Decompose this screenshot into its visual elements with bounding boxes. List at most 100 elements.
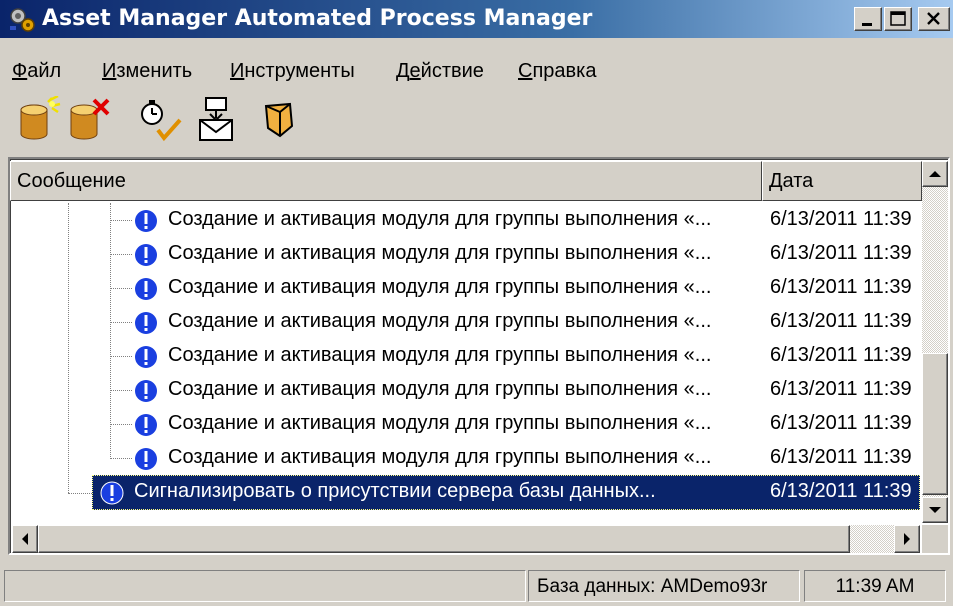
row-message: Создание и активация модуля для группы в… [168,208,712,230]
maximize-icon [890,11,906,26]
send-mail-icon[interactable] [192,96,240,144]
list-item[interactable]: Создание и активация модуля для группы в… [12,441,920,476]
info-icon [135,210,157,232]
menu-file-label: айл [27,60,62,82]
menu-file[interactable]: Файл [12,60,61,83]
scroll-thumb[interactable] [38,525,850,553]
minimize-icon [862,23,872,26]
scroll-up-button[interactable] [922,161,948,187]
list-item[interactable]: Создание и активация модуля для группы в… [12,373,920,408]
status-time: 11:39 AM [804,570,946,602]
menu-tools-accel: И [230,60,245,82]
close-button[interactable] [918,7,950,31]
list-item[interactable]: Создание и активация модуля для группы в… [12,203,920,238]
row-date: 6/13/2011 11:39 [770,344,912,366]
menu-edit-label: зменить [116,60,193,82]
list-rows: Создание и активация модуля для группы в… [12,203,920,523]
minimize-button[interactable] [854,7,882,31]
list-item[interactable]: Создание и активация модуля для группы в… [12,339,920,374]
database-module-icon[interactable] [256,96,304,144]
row-date: 6/13/2011 11:39 [770,446,912,468]
menu-help-accel: С [518,60,533,82]
row-message: Создание и активация модуля для группы в… [168,276,712,298]
row-date: 6/13/2011 11:39 [770,412,912,434]
disconnect-database-icon[interactable] [64,96,112,144]
tree-line [110,288,132,289]
row-message: Создание и активация модуля для группы в… [168,378,712,400]
scroll-thumb[interactable] [922,353,948,495]
list-item[interactable]: Создание и активация модуля для группы в… [12,237,920,272]
info-icon [135,312,157,334]
row-date: 6/13/2011 11:39 [770,480,912,502]
row-message: Создание и активация модуля для группы в… [168,412,712,434]
row-date: 6/13/2011 11:39 [770,378,912,400]
horizontal-scrollbar[interactable] [12,525,920,553]
list-item[interactable]: Создание и активация модуля для группы в… [12,407,920,442]
menu-file-accel: Ф [12,60,28,82]
scroll-right-button[interactable] [894,525,920,553]
row-message: Создание и активация модуля для группы в… [168,310,712,332]
menu-help-label: правка [532,60,597,82]
status-database: База данных: AMDemo93r [528,570,800,602]
info-icon [135,346,157,368]
status-time-label: 11:39 AM [835,576,915,597]
info-icon [135,414,157,436]
row-date: 6/13/2011 11:39 [770,310,912,332]
row-date: 6/13/2011 11:39 [770,208,912,230]
menu-edit[interactable]: Изменить [102,60,192,83]
info-icon [135,244,157,266]
connect-database-icon[interactable] [14,96,62,144]
arrow-right-icon [904,533,910,545]
column-header-message-label: Сообщение [17,170,126,192]
menu-action[interactable]: Действие [396,60,484,83]
title-bar[interactable]: Asset Manager Automated Process Manager [0,0,953,38]
menu-help[interactable]: Справка [518,60,596,83]
scroll-left-button[interactable] [12,525,38,553]
tree-line [110,356,132,357]
scroll-corner [922,525,948,553]
row-date: 6/13/2011 11:39 [770,242,912,264]
list-item[interactable]: Создание и активация модуля для группы в… [12,305,920,340]
menu-tools-label: нструменты [244,60,355,82]
menu-tools[interactable]: Инструменты [230,60,355,83]
row-message: Создание и активация модуля для группы в… [168,344,712,366]
menu-action-label: Действие [396,60,484,82]
tree-line [110,458,132,459]
activate-timer-icon[interactable] [136,96,184,144]
status-panel-empty [4,570,526,602]
arrow-up-icon [929,171,941,177]
arrow-left-icon [22,533,28,545]
status-bar: База данных: AMDemo93r 11:39 AM [0,566,953,606]
menu-edit-accel: И [102,60,117,82]
info-icon [135,448,157,470]
column-header-date-label: Дата [769,170,814,192]
tree-line [110,322,132,323]
vertical-scrollbar[interactable] [922,161,948,523]
tree-line [110,220,132,221]
row-message: Сигнализировать о присутствии сервера ба… [134,480,656,502]
list-item-selected[interactable]: Сигнализировать о присутствии сервера ба… [12,475,920,510]
arrow-down-icon [929,507,941,513]
column-header-date[interactable]: Дата [762,161,922,201]
info-icon [100,481,124,505]
close-icon [927,12,940,25]
column-header-message[interactable]: Сообщение [10,161,762,201]
list-item[interactable]: Создание и активация модуля для группы в… [12,271,920,306]
tree-line [110,424,132,425]
tree-line [110,390,132,391]
tree-line [110,254,132,255]
info-icon [135,278,157,300]
gears-icon[interactable] [8,6,36,32]
row-message: Создание и активация модуля для группы в… [168,242,712,264]
info-icon [135,380,157,402]
menu-bar: Файл Изменить Инструменты Действие Справ… [0,56,953,90]
app-window: Asset Manager Automated Process Manager … [0,0,953,606]
window-title: Asset Manager Automated Process Manager [42,6,593,31]
message-list[interactable]: Сообщение Дата Создание и активация моду… [8,157,950,555]
row-message: Создание и активация модуля для группы в… [168,446,712,468]
row-date: 6/13/2011 11:39 [770,276,912,298]
status-database-label: База данных: AMDemo93r [537,576,768,597]
maximize-button[interactable] [884,7,912,31]
toolbar [0,96,953,148]
scroll-down-button[interactable] [922,497,948,523]
